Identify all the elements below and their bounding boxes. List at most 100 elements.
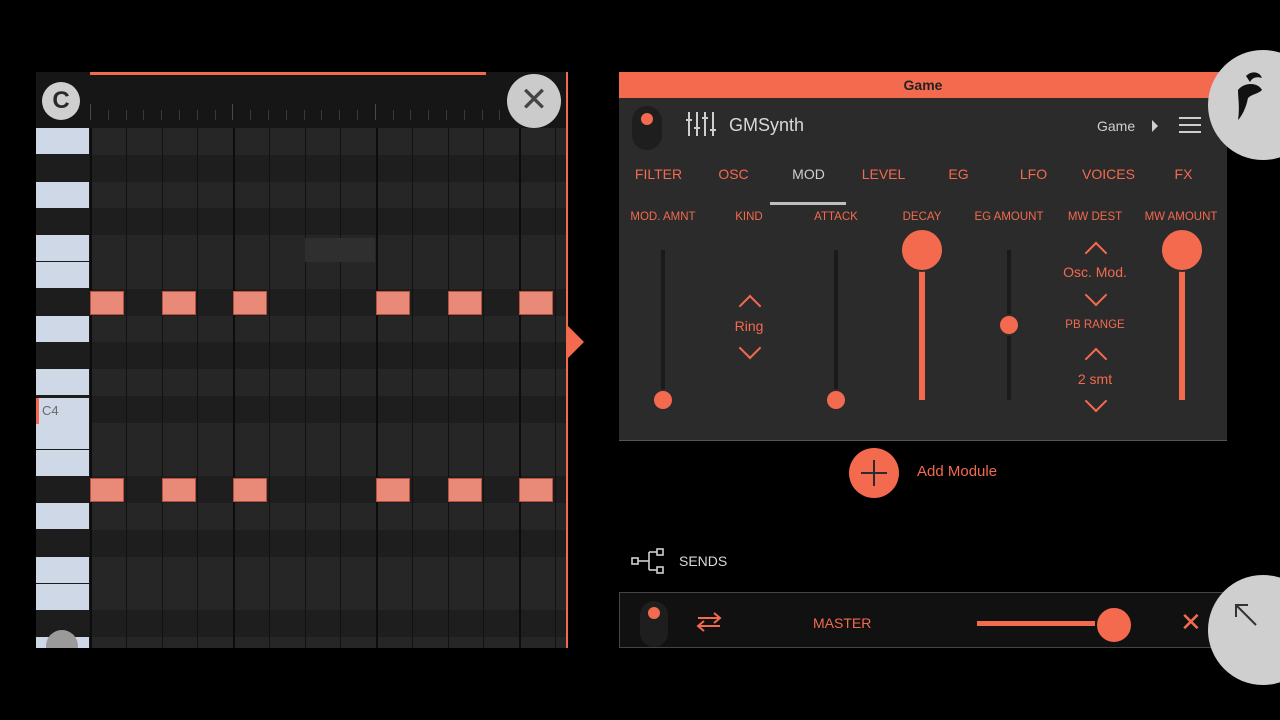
- ruler-tick: [339, 110, 341, 120]
- note-block[interactable]: [161, 291, 196, 315]
- note-block[interactable]: [376, 478, 410, 502]
- master-power-toggle[interactable]: [640, 601, 668, 647]
- mod-amnt-slider-track[interactable]: [661, 250, 665, 400]
- ruler-tick: [161, 110, 163, 120]
- mw-dest-value[interactable]: Osc. Mod.: [1045, 264, 1145, 280]
- kind-up-icon[interactable]: [738, 294, 762, 318]
- tab-level[interactable]: LEVEL: [846, 166, 921, 182]
- ruler-tick: [392, 110, 394, 120]
- param-label-eg-amount: EG AMOUNT: [974, 211, 1044, 223]
- pb-range-up-icon[interactable]: [1084, 347, 1108, 371]
- mod-amnt-slider-knob[interactable]: [652, 389, 674, 411]
- pb-range-down-icon[interactable]: [1084, 389, 1108, 413]
- mw-dest-down-icon[interactable]: [1084, 283, 1108, 307]
- decay-slider-knob[interactable]: [900, 228, 944, 272]
- close-icon[interactable]: ✕: [507, 74, 561, 128]
- mw-dest-up-icon[interactable]: [1084, 241, 1108, 265]
- preset-name[interactable]: Game: [1097, 118, 1135, 134]
- grid-column-line: [554, 128, 556, 648]
- add-module-button[interactable]: [849, 448, 899, 498]
- piano-key[interactable]: [36, 342, 89, 369]
- tab-lfo[interactable]: LFO: [996, 166, 1071, 182]
- sends-icon[interactable]: [631, 548, 665, 574]
- ruler-tick: [143, 110, 145, 120]
- piano-key[interactable]: [36, 422, 89, 449]
- clip-logo-icon[interactable]: C: [42, 82, 80, 120]
- piano-key[interactable]: [36, 556, 89, 583]
- note-block[interactable]: [376, 291, 410, 315]
- tab-filter[interactable]: FILTER: [621, 166, 696, 182]
- piano-key[interactable]: [36, 208, 89, 235]
- grid-column-line: [90, 128, 92, 648]
- piano-key[interactable]: [36, 262, 89, 288]
- grid-column-line: [125, 128, 127, 648]
- collapse-arrow-icon[interactable]: [568, 326, 584, 358]
- tab-osc[interactable]: OSC: [696, 166, 771, 182]
- ruler-tick: [285, 110, 287, 120]
- attack-slider-knob[interactable]: [825, 389, 847, 411]
- note-block[interactable]: [161, 478, 196, 502]
- grid-column-line: [519, 128, 521, 648]
- close-icon[interactable]: ✕: [1180, 609, 1202, 635]
- note-block[interactable]: [447, 291, 482, 315]
- piano-key[interactable]: [36, 235, 89, 262]
- piano-key[interactable]: [36, 315, 89, 342]
- note-block[interactable]: [233, 478, 267, 502]
- playback-range-bar[interactable]: [90, 72, 486, 75]
- eg-amount-slider-knob[interactable]: [998, 314, 1020, 336]
- piano-key[interactable]: [36, 583, 89, 610]
- add-module-label[interactable]: Add Module: [917, 463, 997, 480]
- grid-column-line: [197, 128, 199, 648]
- piano-roll[interactable]: C4 C ✕: [36, 72, 568, 648]
- piano-key[interactable]: [36, 503, 89, 530]
- menu-icon[interactable]: [1179, 117, 1201, 135]
- note-block[interactable]: [90, 478, 124, 502]
- pb-range-value[interactable]: 2 smt: [1045, 371, 1145, 387]
- panel-header-title: Game: [619, 72, 1227, 98]
- sends-label[interactable]: SENDS: [679, 553, 727, 569]
- tab-fx[interactable]: FX: [1146, 166, 1221, 182]
- tab-voices[interactable]: VOICES: [1071, 166, 1146, 182]
- key-label-c4[interactable]: C4: [36, 398, 89, 424]
- ruler-tick: [90, 104, 91, 120]
- tab-eg[interactable]: EG: [921, 166, 996, 182]
- piano-key[interactable]: [36, 530, 89, 556]
- attack-slider-track[interactable]: [834, 250, 838, 400]
- master-channel: MASTER ✕: [619, 592, 1227, 648]
- piano-key[interactable]: [36, 476, 89, 503]
- note-block[interactable]: [90, 291, 124, 315]
- ruler-tick: [463, 110, 465, 120]
- piano-key[interactable]: [36, 369, 89, 396]
- grid-column-line: [161, 128, 163, 648]
- preset-next-icon[interactable]: [1152, 120, 1158, 132]
- piano-key[interactable]: [36, 449, 89, 476]
- master-volume-track[interactable]: [977, 621, 1095, 626]
- grid-column-line: [304, 128, 306, 648]
- piano-key[interactable]: [36, 181, 89, 208]
- piano-key[interactable]: [36, 154, 89, 181]
- piano-key[interactable]: [36, 128, 89, 154]
- swap-icon[interactable]: [696, 611, 722, 633]
- note-block[interactable]: [447, 478, 482, 502]
- note-block[interactable]: [519, 478, 553, 502]
- piano-key[interactable]: [36, 288, 89, 315]
- note-block[interactable]: [233, 291, 267, 315]
- param-label-kind: KIND: [735, 211, 763, 223]
- note-block[interactable]: [519, 291, 553, 315]
- tab-mod[interactable]: MOD: [771, 166, 846, 182]
- panel-divider[interactable]: [566, 72, 568, 648]
- grid-column-line: [411, 128, 413, 648]
- mw-amount-slider-knob[interactable]: [1160, 228, 1204, 272]
- timeline-ruler[interactable]: [90, 102, 566, 126]
- active-tab-indicator: [770, 202, 846, 205]
- mixer-icon[interactable]: [685, 110, 717, 138]
- decay-slider-fill: [919, 250, 925, 400]
- mw-amount-slider-fill: [1179, 250, 1185, 400]
- expand-arrow-icon: [1235, 604, 1257, 626]
- synth-name[interactable]: GMSynth: [729, 115, 804, 136]
- kind-down-icon[interactable]: [738, 336, 762, 360]
- module-power-toggle[interactable]: [632, 106, 662, 150]
- ruler-tick: [107, 110, 109, 120]
- master-volume-knob[interactable]: [1095, 606, 1133, 644]
- kind-value[interactable]: Ring: [709, 318, 789, 334]
